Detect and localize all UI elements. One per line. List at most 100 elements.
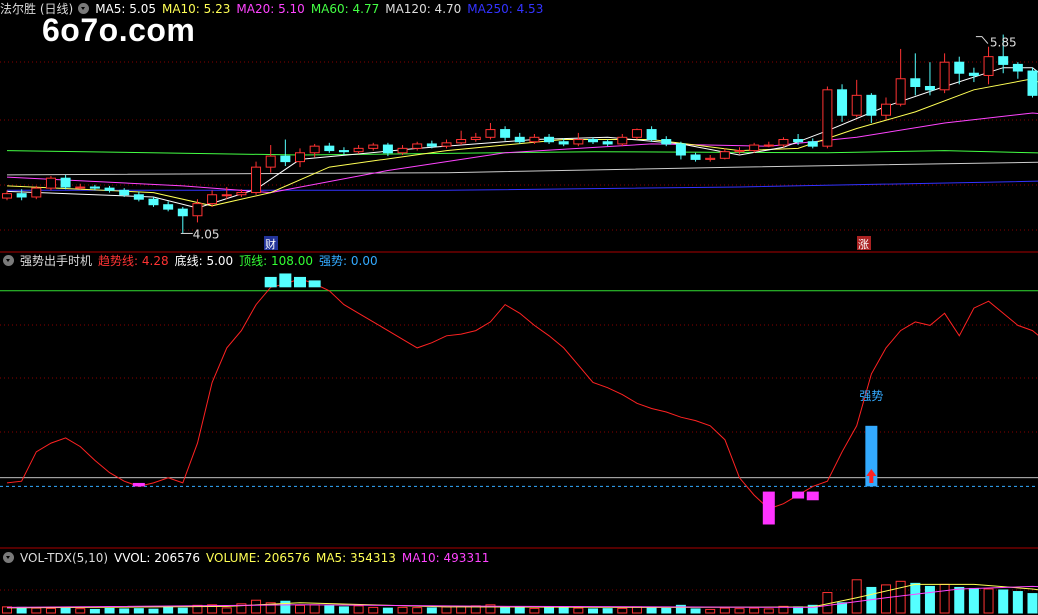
candle-body-38 [558, 141, 569, 145]
indicator-bar-7 [806, 491, 819, 501]
candle-body-24 [353, 147, 364, 153]
candle-body-46 [675, 143, 686, 156]
volume-bar-27 [397, 606, 408, 614]
volume-bar-38 [558, 607, 569, 614]
indicator-bar-5 [762, 491, 775, 525]
candle-body-61 [895, 78, 906, 105]
candle-body-1 [16, 193, 27, 198]
volume-bar-68 [998, 589, 1009, 614]
candle-body-58 [851, 94, 862, 116]
candle-body-26 [382, 144, 393, 154]
candle-body-12 [177, 208, 188, 217]
ma-legend-1: MA10: 5.23 [161, 2, 231, 16]
volume-bar-10 [148, 608, 159, 614]
ma-legend-0: MA5: 5.05 [95, 2, 156, 16]
volume-bar-21 [309, 604, 320, 614]
volume-bar-12 [177, 607, 188, 614]
ma10-line [6, 78, 1038, 207]
candle-body-21 [309, 145, 320, 154]
candle-body-60 [881, 103, 891, 116]
stock-chart-svg: 5.85 4.05 财 涨强势 [0, 34, 1038, 614]
volume-bar-50 [734, 608, 745, 614]
volume-bar-40 [588, 608, 598, 614]
indicator-title: 强势出手时机 [20, 254, 93, 268]
ma-legend-3: MA60: 4.77 [310, 2, 380, 16]
indicator-legend-3: 强势: 0.00 [319, 254, 378, 268]
volume-bar-52 [763, 608, 774, 614]
candle-body-39 [573, 139, 584, 145]
volume-bar-17 [251, 599, 262, 614]
zhang-badge: 涨 [858, 238, 869, 251]
indicator-legend-0: 趋势线: 4.28 [98, 254, 169, 268]
volume-bar-23 [338, 606, 349, 614]
candle-body-28 [412, 143, 423, 149]
candle-body-0 [2, 193, 12, 199]
volume-bar-28 [412, 607, 423, 614]
volume-bar-61 [895, 580, 906, 614]
candle-body-15 [221, 194, 232, 197]
candle-body-64 [939, 61, 950, 91]
indicator-bar-6 [792, 491, 805, 499]
volume-bar-66 [968, 587, 979, 614]
low-price-label: 4.05 [193, 227, 220, 241]
candle-body-69 [1012, 63, 1023, 72]
volume-bar-29 [426, 607, 437, 614]
volume-bar-48 [705, 608, 716, 614]
candle-body-19 [280, 155, 291, 163]
volume-bar-60 [881, 584, 891, 614]
volume-bar-44 [646, 607, 657, 614]
candle-body-29 [426, 143, 437, 147]
volume-menu-caret-icon[interactable] [3, 552, 14, 563]
candle-body-56 [822, 89, 833, 147]
indicator-legend-1: 底线: 5.00 [174, 254, 234, 268]
candle-body-43 [631, 129, 642, 138]
candle-body-2 [31, 187, 42, 198]
candle-body-31 [456, 139, 467, 144]
volume-bar-25 [368, 606, 379, 614]
volume-bar-35 [514, 607, 525, 614]
volume-bar-7 [104, 607, 115, 614]
candle-body-14 [207, 194, 218, 205]
candle-body-22 [324, 145, 335, 152]
candle-body-45 [661, 139, 672, 145]
volume-title: VOL-TDX(5,10) [20, 551, 109, 565]
volume-bar-70 [1027, 593, 1038, 614]
candle-body-50 [734, 150, 745, 153]
indicator-bar-2 [279, 273, 292, 288]
indicator-bar-3 [294, 276, 306, 288]
candle-body-66 [968, 72, 979, 76]
candle-body-59 [866, 94, 877, 116]
volume-bar-24 [353, 605, 364, 614]
candle-body-53 [778, 139, 789, 146]
volume-bar-51 [749, 607, 760, 614]
candle-body-3 [45, 177, 56, 189]
indicator-bar-1 [264, 276, 277, 288]
high-price-label: 5.85 [990, 36, 1017, 50]
volume-legend-0: VVOL: 206576 [114, 551, 201, 565]
indicator-menu-caret-icon[interactable] [3, 255, 14, 266]
candle-body-33 [485, 129, 496, 138]
indicator-legend-2: 顶线: 108.00 [239, 254, 314, 268]
volume-bar-8 [119, 608, 130, 614]
volume-legend-2: MA5: 354313 [315, 551, 396, 565]
ma120-line [6, 161, 1038, 176]
strong-signal-label: 强势 [859, 389, 883, 403]
candle-body-51 [749, 144, 760, 152]
volume-bar-20 [295, 604, 305, 614]
indicator-panel-header: 强势出手时机 趋势线: 4.28 底线: 5.00 顶线: 108.00 强势: 0.0… [0, 252, 390, 270]
volume-bar-9 [133, 608, 144, 614]
volume-bar-58 [851, 579, 862, 614]
ma-legend-2: MA20: 5.10 [236, 2, 305, 16]
candle-body-65 [954, 61, 965, 74]
volume-bar-47 [690, 608, 701, 614]
candle-body-67 [983, 56, 994, 76]
volume-bar-45 [661, 607, 672, 614]
volume-bar-6 [89, 608, 100, 614]
volume-bar-37 [544, 606, 555, 614]
volume-legend-3: MA10: 493311 [401, 551, 490, 565]
candle-body-57 [837, 89, 848, 116]
candle-body-5 [75, 186, 86, 189]
ma-legend-5: MA250: 4.53 [467, 2, 544, 16]
main-menu-caret-icon[interactable] [78, 3, 90, 14]
candle-body-16 [236, 192, 247, 196]
